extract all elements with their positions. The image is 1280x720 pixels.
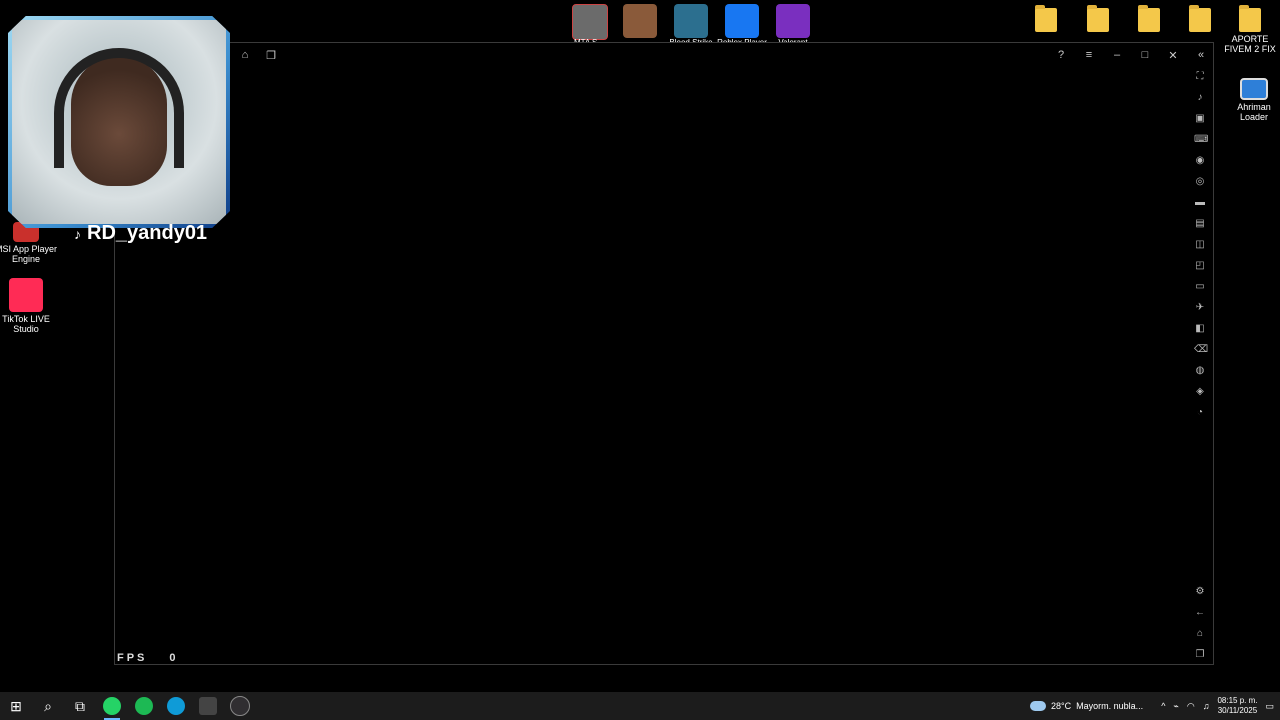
macro-icon[interactable]: ◎: [1194, 176, 1206, 187]
desktop-icon-ahriman-loader[interactable]: Ahriman Loader: [1222, 78, 1280, 122]
maximize-icon[interactable]: □: [1139, 49, 1151, 62]
monitor-icon: [1240, 78, 1268, 100]
capture-icon[interactable]: ◰: [1194, 260, 1206, 271]
back-icon[interactable]: ←: [1194, 607, 1206, 618]
window-right-controls: ? ≡ – □ ✕ «: [1055, 49, 1207, 62]
tiktok-icon: ♪: [74, 226, 81, 242]
taskbar-app-player[interactable]: [192, 692, 224, 720]
wifi-icon[interactable]: ◠: [1187, 701, 1195, 712]
record-icon[interactable]: ◉: [1194, 155, 1206, 166]
home-icon[interactable]: ⌂: [239, 49, 251, 62]
window-left-controls: ⌂ ❐: [239, 49, 277, 62]
recents-icon[interactable]: ❐: [1194, 649, 1206, 660]
streamer-username: ♪ RD_yandy01: [74, 222, 208, 244]
desktop-icon-label: TikTok LIVE Studio: [2, 314, 50, 334]
whatsapp-icon: [103, 697, 121, 715]
search-icon[interactable]: ⌕: [32, 692, 64, 720]
eraser-icon[interactable]: ⌫: [1194, 344, 1208, 355]
top-app-icon-valorant[interactable]: [776, 4, 810, 38]
taskbar: ⊞ ⌕ ⧉ 28°C Mayorm. nubla... ^ ⌁ ◠ ♫ 08:1…: [0, 692, 1280, 720]
home-icon[interactable]: ⌂: [1194, 628, 1206, 639]
windows-start-icon[interactable]: ⊞: [0, 692, 32, 720]
clock-time: 08:15 p. m.: [1217, 696, 1258, 705]
folder-icon: [1239, 5, 1261, 32]
taskbar-app-spotify[interactable]: [128, 692, 160, 720]
clock-date: 30/11/2025: [1217, 706, 1258, 715]
app-player-icon: [199, 697, 217, 715]
edge-icon: [167, 697, 185, 715]
taskbar-app-whatsapp[interactable]: [96, 692, 128, 720]
emulator-sidebar: ⛶ ♪ ▣ ⌨ ◉ ◎ ▬ ▤ ◫ ◰ ▭ ✈ ◧ ⌫ ◍ ◈ ◔: [1191, 71, 1209, 418]
weather-text: Mayorm. nubla...: [1076, 701, 1144, 711]
taskbar-app-edge[interactable]: [160, 692, 192, 720]
emulator-window[interactable]: ⌂ ❐ ? ≡ – □ ✕ « ⛶ ♪ ▣ ⌨ ◉ ◎ ▬ ▤ ◫ ◰ ▭ ✈ …: [114, 42, 1214, 665]
folder-icon[interactable]: ▭: [1194, 281, 1206, 292]
desktop-icon-label: APORTE FIVEM 2 FIX: [1224, 34, 1276, 54]
video-icon[interactable]: ▣: [1194, 113, 1206, 124]
headphones: [54, 48, 184, 168]
folder-icon: [1138, 5, 1160, 32]
obs-icon: [230, 696, 250, 716]
clock[interactable]: 08:15 p. m. 30/11/2025: [1217, 696, 1257, 716]
folder-icon: [1189, 5, 1211, 32]
weather-widget[interactable]: 28°C Mayorm. nubla...: [1030, 701, 1143, 711]
notifications-icon[interactable]: ▭: [1265, 701, 1274, 712]
desktop-icon-label: Ahriman Loader: [1237, 102, 1271, 122]
volume-icon[interactable]: ♪: [1194, 92, 1206, 103]
multi-instance-icon[interactable]: ◧: [1194, 323, 1206, 334]
settings-icon[interactable]: ⚙: [1194, 586, 1206, 597]
webcam-feed: [12, 20, 226, 224]
speaker-icon[interactable]: ♫: [1203, 701, 1210, 711]
help-icon[interactable]: ?: [1055, 49, 1067, 62]
top-app-icon-blood-strike[interactable]: [674, 4, 708, 38]
multi-window-icon[interactable]: ❐: [265, 49, 277, 62]
desktop-icon-msi-app-player[interactable]: MSI App Player Engine: [0, 222, 58, 264]
weather-temp: 28°C: [1051, 701, 1072, 711]
fps-value: 0: [169, 652, 176, 664]
airplane-icon[interactable]: ✈: [1194, 302, 1206, 313]
fps-label: FPS: [117, 652, 148, 664]
chevron-up-icon[interactable]: ^: [1161, 701, 1165, 711]
collapse-sidebar-icon[interactable]: «: [1195, 49, 1207, 62]
system-tray: 28°C Mayorm. nubla... ^ ⌁ ◠ ♫ 08:15 p. m…: [1030, 692, 1280, 720]
keyboard-icon[interactable]: ⌨: [1194, 134, 1208, 145]
cloud-icon: [1030, 701, 1047, 711]
top-app-icon-roblox[interactable]: [725, 4, 759, 38]
screenshot-icon[interactable]: ◫: [1194, 239, 1206, 250]
top-app-icon-mta[interactable]: [572, 4, 608, 40]
minimize-icon[interactable]: –: [1111, 49, 1123, 62]
location-icon[interactable]: ◍: [1194, 365, 1206, 376]
fps-counter: FPS 0: [117, 652, 176, 664]
desktop-folder-aporte-fivem[interactable]: APORTE FIVEM 2 FIX: [1218, 5, 1280, 54]
menu-icon[interactable]: ≡: [1083, 49, 1095, 62]
gamepad-icon[interactable]: ▬: [1194, 197, 1206, 208]
emulator-sidebar-bottom: ⚙ ← ⌂ ❐: [1191, 586, 1209, 660]
layers-icon[interactable]: ◈: [1194, 386, 1206, 397]
desktop-icon-tiktok-live-studio[interactable]: TikTok LIVE Studio: [0, 278, 58, 334]
folder-icon: [1035, 5, 1057, 32]
fullscreen-icon[interactable]: ⛶: [1194, 71, 1206, 82]
apk-icon[interactable]: ▤: [1194, 218, 1206, 229]
close-icon[interactable]: ✕: [1167, 49, 1179, 62]
network-activity-icon[interactable]: ⌁: [1173, 701, 1178, 712]
tiktok-icon: [9, 278, 43, 312]
task-view-icon[interactable]: ⧉: [64, 692, 96, 720]
sync-icon[interactable]: ◔: [1194, 407, 1206, 418]
taskbar-app-obs[interactable]: [224, 692, 256, 720]
webcam-overlay: [8, 16, 230, 228]
desktop-icon-label: MSI App Player Engine: [0, 244, 58, 264]
spotify-icon: [135, 697, 153, 715]
top-app-icon-game[interactable]: [623, 4, 657, 38]
folder-icon: [1087, 5, 1109, 32]
